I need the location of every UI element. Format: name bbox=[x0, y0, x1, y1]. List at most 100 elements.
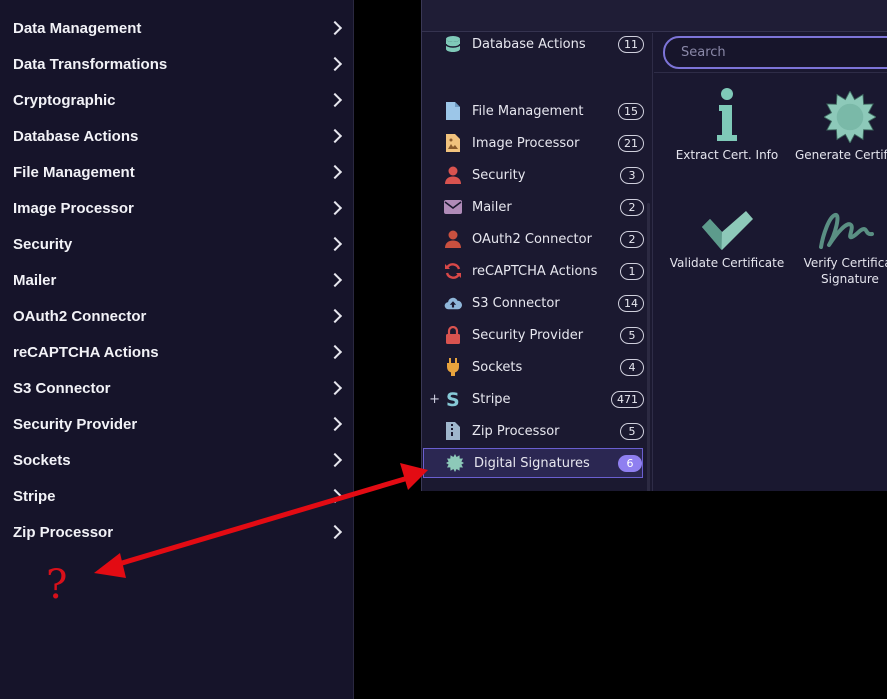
chevron-right-icon bbox=[328, 309, 342, 323]
search-input[interactable]: Search bbox=[663, 36, 887, 69]
category-list: Database Actions 11 File Management 15 I… bbox=[422, 33, 653, 491]
user-icon bbox=[444, 230, 462, 248]
count-badge: 14 bbox=[618, 294, 644, 312]
menu-item-oauth2-connector[interactable]: OAuth2 Connector bbox=[0, 298, 354, 334]
count-badge: 4 bbox=[620, 358, 644, 376]
chevron-right-icon bbox=[328, 345, 342, 359]
signature-icon bbox=[785, 193, 887, 251]
menu-item-security-provider[interactable]: Security Provider bbox=[0, 406, 354, 442]
menu-item-label: Sockets bbox=[13, 451, 71, 469]
image-file-icon bbox=[444, 134, 462, 152]
category-item-security[interactable]: Security 3 bbox=[422, 160, 644, 190]
expand-toggle[interactable]: + bbox=[422, 392, 444, 407]
count-badge: 6 bbox=[618, 454, 642, 472]
file-icon bbox=[444, 102, 462, 120]
count-badge: 11 bbox=[618, 35, 644, 53]
menu-item-label: S3 Connector bbox=[13, 379, 111, 397]
action-extract-cert-info[interactable]: Extract Cert. Info bbox=[662, 85, 792, 163]
category-label: OAuth2 Connector bbox=[472, 231, 592, 247]
seal-icon bbox=[446, 454, 464, 472]
category-label: File Management bbox=[472, 103, 584, 119]
chevron-right-icon bbox=[328, 165, 342, 179]
category-label: S3 Connector bbox=[472, 295, 560, 311]
menu-item-sockets[interactable]: Sockets bbox=[0, 442, 354, 478]
menu-item-recaptcha-actions[interactable]: reCAPTCHA Actions bbox=[0, 334, 354, 370]
database-icon bbox=[444, 35, 462, 53]
category-label: reCAPTCHA Actions bbox=[472, 263, 598, 279]
zip-file-icon bbox=[444, 422, 462, 440]
count-badge: 2 bbox=[620, 198, 644, 216]
action-verify-certificate-signature[interactable]: Verify Certificat Signature bbox=[785, 193, 887, 287]
menu-item-image-processor[interactable]: Image Processor bbox=[0, 190, 354, 226]
category-item-sockets[interactable]: Sockets 4 bbox=[422, 352, 644, 382]
menu-item-cryptographic[interactable]: Cryptographic bbox=[0, 82, 354, 118]
category-item-security-provider[interactable]: Security Provider 5 bbox=[422, 320, 644, 350]
scrollbar[interactable] bbox=[647, 203, 650, 491]
chevron-right-icon bbox=[328, 129, 342, 143]
category-label: Stripe bbox=[472, 391, 511, 407]
menu-item-zip-processor[interactable]: Zip Processor bbox=[0, 514, 354, 550]
category-item-mailer[interactable]: Mailer 2 bbox=[422, 192, 644, 222]
count-badge: 5 bbox=[620, 326, 644, 344]
menu-item-label: File Management bbox=[13, 163, 135, 181]
menu-item-database-actions[interactable]: Database Actions bbox=[0, 118, 354, 154]
user-icon bbox=[444, 166, 462, 184]
category-item-image-processor[interactable]: Image Processor 21 bbox=[422, 128, 644, 158]
action-generate-certificate[interactable]: Generate Certifica bbox=[785, 85, 887, 163]
chevron-right-icon bbox=[328, 57, 342, 71]
app-window: Database Actions 11 File Management 15 I… bbox=[421, 0, 887, 491]
checkmark-icon bbox=[662, 193, 792, 251]
count-badge: 2 bbox=[620, 230, 644, 248]
menu-item-stripe[interactable]: Stripe bbox=[0, 478, 354, 514]
count-badge: 1 bbox=[620, 262, 644, 280]
category-label: Digital Signatures bbox=[474, 455, 590, 471]
action-validate-certificate[interactable]: Validate Certificate bbox=[662, 193, 792, 271]
menu-item-label: OAuth2 Connector bbox=[13, 307, 147, 325]
count-badge: 471 bbox=[611, 390, 644, 408]
lock-icon bbox=[444, 326, 462, 344]
category-label: Security bbox=[472, 167, 526, 183]
action-label: Verify Certificat bbox=[803, 256, 887, 270]
category-label: Sockets bbox=[472, 359, 523, 375]
category-item-database-actions[interactable]: Database Actions 11 bbox=[422, 33, 644, 59]
chevron-right-icon bbox=[328, 201, 342, 215]
count-badge: 21 bbox=[618, 134, 644, 152]
category-item-stripe[interactable]: + S Stripe 471 bbox=[422, 384, 644, 414]
menu-item-data-management[interactable]: Data Management bbox=[0, 10, 354, 46]
info-icon bbox=[662, 85, 792, 143]
action-label: Generate Certifica bbox=[794, 148, 887, 162]
chevron-right-icon bbox=[328, 21, 342, 35]
category-item-s3-connector[interactable]: S3 Connector 14 bbox=[422, 288, 644, 318]
context-menu: Data Management Data Transformations Cry… bbox=[0, 0, 354, 699]
category-item-file-management[interactable]: File Management 15 bbox=[422, 96, 644, 126]
window-header bbox=[422, 0, 887, 32]
menu-item-security[interactable]: Security bbox=[0, 226, 354, 262]
svg-text:S: S bbox=[446, 390, 460, 408]
category-item-zip-processor[interactable]: Zip Processor 5 bbox=[422, 416, 644, 446]
menu-item-label: reCAPTCHA Actions bbox=[13, 343, 159, 361]
menu-item-file-management[interactable]: File Management bbox=[0, 154, 354, 190]
category-item-oauth2-connector[interactable]: OAuth2 Connector 2 bbox=[422, 224, 644, 254]
menu-item-label: Security bbox=[13, 235, 73, 253]
chevron-right-icon bbox=[328, 273, 342, 287]
category-item-recaptcha-actions[interactable]: reCAPTCHA Actions 1 bbox=[422, 256, 644, 286]
menu-item-data-transformations[interactable]: Data Transformations bbox=[0, 46, 354, 82]
search-placeholder: Search bbox=[681, 45, 726, 60]
category-item-digital-signatures[interactable]: Digital Signatures 6 bbox=[423, 448, 643, 478]
plug-icon bbox=[444, 358, 462, 376]
menu-item-label: Zip Processor bbox=[13, 523, 114, 541]
category-label: Image Processor bbox=[472, 135, 580, 151]
menu-item-label: Cryptographic bbox=[13, 91, 116, 109]
action-label-line2: Signature bbox=[821, 272, 879, 286]
menu-item-label: Data Transformations bbox=[13, 55, 168, 73]
mail-icon bbox=[444, 198, 462, 216]
category-label: Database Actions bbox=[472, 36, 586, 52]
question-mark-annotation: ? bbox=[46, 562, 68, 608]
menu-item-s3-connector[interactable]: S3 Connector bbox=[0, 370, 354, 406]
menu-item-label: Image Processor bbox=[13, 199, 134, 217]
menu-item-mailer[interactable]: Mailer bbox=[0, 262, 354, 298]
menu-item-label: Mailer bbox=[13, 271, 57, 289]
action-label: Extract Cert. Info bbox=[675, 148, 779, 162]
chevron-right-icon bbox=[328, 381, 342, 395]
menu-item-label: Stripe bbox=[13, 487, 56, 505]
